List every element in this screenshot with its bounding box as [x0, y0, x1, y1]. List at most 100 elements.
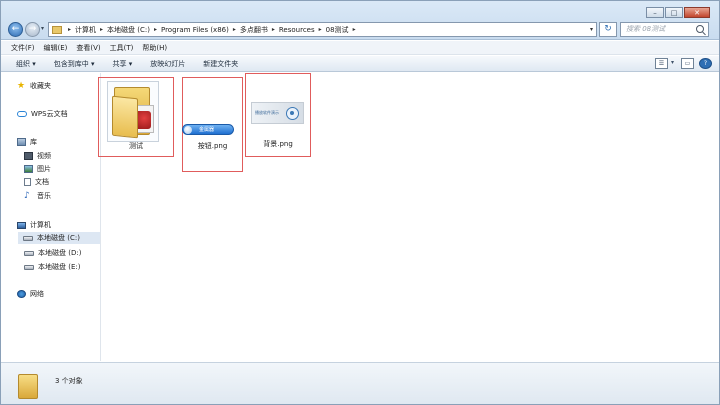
navigation-pane: ★ 收藏夹 WPS云文档 库 视频 图片 文档 ♪ 音乐 计算机 本地磁盘 (C:)… [0, 73, 101, 361]
include-in-library-button[interactable]: 包含到库中 ▾ [54, 59, 95, 69]
file-name: 按钮.png [197, 142, 228, 150]
address-history-dropdown[interactable]: ▾ [590, 26, 593, 33]
breadcrumb-computer[interactable]: ▸ 计算机 [68, 25, 96, 35]
sidebar-item-label: 本地磁盘 (E:) [38, 263, 81, 271]
breadcrumb-label: Resources [278, 25, 315, 34]
breadcrumb-drive-c[interactable]: ▸ 本地磁盘 (C:) [100, 25, 150, 35]
sidebar-item-computer[interactable]: 计算机 [17, 220, 51, 230]
sidebar-item-drive-c[interactable]: 本地磁盘 (C:) [18, 232, 100, 244]
menu-edit[interactable]: 编辑(E) [44, 43, 68, 53]
sidebar-item-label: 图片 [37, 165, 51, 173]
breadcrumb-separator[interactable]: ▸ [319, 26, 322, 33]
close-button[interactable]: ✕ [684, 7, 710, 18]
folder-icon [110, 83, 156, 141]
view-options-dropdown[interactable]: ▾ [669, 58, 676, 69]
search-placeholder: 搜索 08测试 [626, 25, 666, 33]
network-icon [17, 290, 26, 298]
sidebar-item-label: 库 [30, 138, 37, 146]
computer-icon [17, 221, 26, 229]
search-icon[interactable] [696, 25, 704, 33]
file-item-background-png[interactable]: 播放软件演示 背景.png [245, 73, 311, 157]
file-name: 背景.png [263, 140, 293, 148]
search-input[interactable]: 搜索 08测试 [620, 22, 709, 37]
image-thumbnail: 播放软件演示 [251, 102, 304, 124]
sidebar-item-label: 视频 [37, 152, 51, 160]
sidebar-item-favorites[interactable]: ★ 收藏夹 [17, 81, 51, 91]
thumbnail-text: 播放软件演示 [255, 110, 279, 115]
sidebar-item-label: WPS云文档 [31, 110, 68, 118]
knob-icon [184, 126, 192, 134]
folder-icon [18, 374, 38, 399]
menu-file[interactable]: 文件(F) [11, 43, 35, 53]
folder-icon [52, 25, 62, 34]
minimize-button[interactable]: – [646, 7, 664, 18]
recent-pages-dropdown[interactable]: ▾ [41, 25, 44, 32]
breadcrumb-resources[interactable]: ▸ Resources [272, 26, 315, 34]
organize-button[interactable]: 组织 ▾ [16, 59, 36, 69]
sidebar-item-wps-cloud[interactable]: WPS云文档 [17, 109, 68, 119]
breadcrumb-separator[interactable]: ▸ [68, 26, 71, 33]
sidebar-item-network[interactable]: 网络 [17, 289, 44, 299]
share-button[interactable]: 共享 ▾ [113, 59, 133, 69]
breadcrumb-separator[interactable]: ▸ [154, 26, 157, 33]
breadcrumb-duodian-fanshu[interactable]: ▸ 多点翻书 [233, 25, 268, 35]
sidebar-item-label: 收藏夹 [30, 82, 51, 90]
breadcrumb-label: 08测试 [325, 25, 349, 34]
thumbnail-text: 金属器 [199, 127, 215, 133]
menu-tools[interactable]: 工具(T) [110, 43, 134, 53]
breadcrumb-label: Program Files (x86) [160, 25, 229, 34]
back-button[interactable]: ← [8, 22, 23, 37]
address-bar[interactable]: ▸ 计算机 ▸ 本地磁盘 (C:) ▸ Program Files (x86) ▸ 多点… [48, 22, 597, 37]
file-name: 测试 [129, 142, 143, 150]
logo-icon [286, 107, 299, 120]
menu-help[interactable]: 帮助(H) [142, 43, 167, 53]
sidebar-item-label: 网络 [30, 290, 44, 298]
drive-icon [24, 250, 34, 256]
sidebar-item-documents[interactable]: 文档 [24, 177, 49, 187]
breadcrumb-08-test[interactable]: ▸ 08测试 ▸ [319, 25, 360, 35]
document-icon [24, 178, 31, 186]
sidebar-item-pictures[interactable]: 图片 [24, 164, 51, 174]
library-icon [17, 138, 26, 146]
sidebar-item-videos[interactable]: 视频 [24, 151, 51, 161]
breadcrumb-label: 本地磁盘 (C:) [107, 25, 150, 34]
sidebar-item-drive-e[interactable]: 本地磁盘 (E:) [24, 262, 80, 272]
file-item-button-png[interactable]: 金属器 按钮.png [182, 77, 243, 172]
sidebar-item-label: 音乐 [37, 192, 51, 200]
breadcrumb-separator[interactable]: ▸ [100, 26, 103, 33]
sidebar-item-label: 文档 [35, 178, 49, 186]
breadcrumb-label: 多点翻书 [239, 25, 268, 34]
sidebar-item-drive-d[interactable]: 本地磁盘 (D:) [24, 248, 81, 258]
picture-icon [24, 165, 33, 173]
menu-bar: 文件(F) 编辑(E) 查看(V) 工具(T) 帮助(H) [0, 41, 720, 55]
change-view-icon[interactable]: ☰ [655, 58, 668, 69]
video-icon [24, 152, 33, 160]
slideshow-button[interactable]: 放映幻灯片 [150, 59, 185, 69]
preview-pane-icon[interactable]: ▭ [681, 58, 694, 69]
sidebar-item-music[interactable]: ♪ 音乐 [24, 191, 51, 201]
file-list: 测试 金属器 按钮.png 播放软件演示 背景.png [98, 73, 720, 361]
help-icon[interactable]: ? [699, 58, 712, 69]
breadcrumb-program-files[interactable]: ▸ Program Files (x86) [154, 26, 229, 34]
menu-view[interactable]: 查看(V) [76, 43, 100, 53]
star-icon: ★ [17, 81, 26, 91]
breadcrumb-separator[interactable]: ▸ [272, 26, 275, 33]
image-thumbnail: 金属器 [182, 124, 234, 135]
window-controls: – □ ✕ [645, 7, 710, 18]
sidebar-item-label: 计算机 [30, 221, 51, 229]
new-folder-button[interactable]: 新建文件夹 [203, 59, 238, 69]
file-item-folder[interactable]: 测试 [98, 77, 174, 157]
refresh-button[interactable]: ↻ [599, 22, 617, 37]
breadcrumb-separator[interactable]: ▸ [353, 26, 356, 33]
item-count: 3 个对象 [55, 377, 83, 385]
sidebar-item-label: 本地磁盘 (C:) [37, 234, 80, 242]
details-pane: 3 个对象 [0, 362, 720, 405]
sidebar-item-libraries[interactable]: 库 [17, 137, 37, 147]
sidebar-item-label: 本地磁盘 (D:) [38, 249, 82, 257]
maximize-button[interactable]: □ [665, 7, 683, 18]
breadcrumb-label: 计算机 [75, 25, 97, 34]
command-toolbar: 组织 ▾ 包含到库中 ▾ 共享 ▾ 放映幻灯片 新建文件夹 ☰ ▾ ▭ ? [0, 56, 720, 72]
drive-icon [23, 235, 33, 241]
forward-button[interactable]: → [25, 22, 40, 37]
breadcrumb-separator[interactable]: ▸ [233, 26, 236, 33]
